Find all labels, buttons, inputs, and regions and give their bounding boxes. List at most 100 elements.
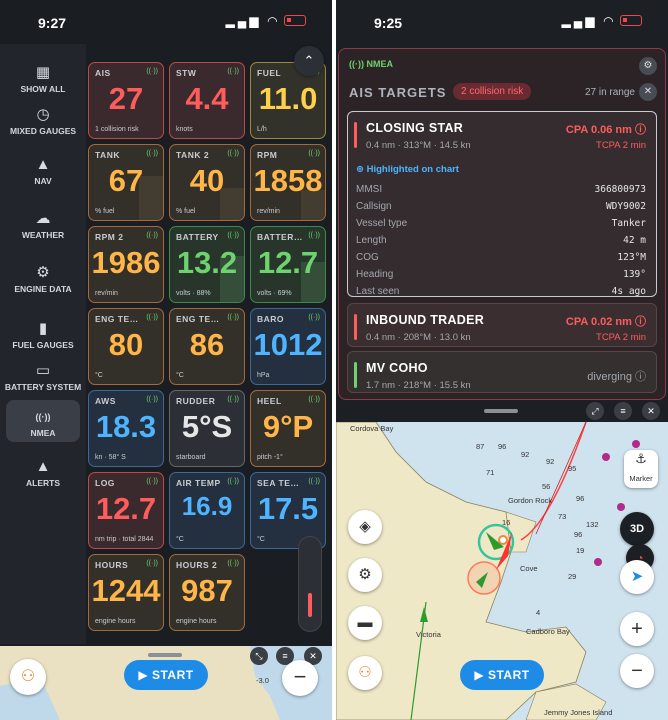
route-button[interactable]: ⚇	[348, 656, 382, 690]
sidebar-item-weather[interactable]: ☁ WEATHER	[0, 210, 86, 241]
detail-value: 123°M	[617, 252, 646, 263]
sidebar: ▦ SHOW ALL ◷ MIXED GAUGES ▲ NAV ☁ WEATHER ⚙ ENGIN…	[0, 44, 86, 644]
detail-row: Length 42 m	[356, 235, 646, 246]
target-cpa: CPA 0.02 nm ⓘ	[566, 313, 646, 329]
layers-button[interactable]: ◈	[348, 510, 382, 544]
detail-value: 4s ago	[611, 286, 646, 297]
slider-thumb[interactable]	[308, 593, 312, 617]
gauge-value: 987	[181, 573, 233, 608]
start-button[interactable]: ▶ START	[460, 660, 544, 690]
map-sounding: 73	[558, 512, 567, 521]
locate-button[interactable]: ➤	[620, 560, 654, 594]
gauge-tile-battery[interactable]: BATTERY ((·)) 13.2 volts · 88%	[169, 226, 245, 303]
sidebar-item-label: ALERTS	[26, 478, 60, 488]
target-meta: 0.4 nm · 313°M · 14.5 kn	[366, 140, 471, 151]
signal-icon: ((·))	[308, 396, 320, 403]
antenna-icon: ((·))	[35, 412, 51, 422]
gauge-subtext: volts · 88%	[176, 290, 211, 297]
collapse-up-button[interactable]: ⌃	[294, 46, 324, 76]
expand-icon[interactable]: ⤢	[586, 402, 604, 420]
sidebar-item-engine-data[interactable]: ⚙ ENGINE DATA	[0, 264, 86, 295]
info-icon[interactable]: ⓘ	[635, 124, 646, 136]
zoom-in-button[interactable]: +	[620, 612, 654, 646]
3d-button[interactable]: 3D	[620, 512, 654, 546]
folder-button[interactable]: ▬	[348, 606, 382, 640]
sidebar-item-nav[interactable]: ▲ NAV	[0, 156, 86, 187]
zoom-out-button[interactable]: −	[282, 660, 318, 696]
info-icon[interactable]: ⓘ	[635, 316, 646, 328]
map-sounding: 56	[542, 482, 551, 491]
target-card-mv-coho[interactable]: MV COHO 1.7 nm · 218°M · 15.5 kn divergi…	[347, 351, 657, 393]
detail-key: COG	[356, 252, 379, 263]
close-icon[interactable]: ✕	[642, 402, 660, 420]
gauge-tile-hours[interactable]: HOURS ((·)) 1244 engine hours	[88, 554, 164, 631]
gauge-tile-tank-2[interactable]: TANK 2 ((·)) 40% fuel	[169, 144, 245, 221]
gauge-tile-air-temp[interactable]: AIR TEMP ((·)) 16.9 °C	[169, 472, 245, 549]
gauge-tile-rpm-2[interactable]: RPM 2 ((·)) 1986 rev/min	[88, 226, 164, 303]
route-button[interactable]: ⚇	[10, 659, 46, 695]
map-label: Victoria	[416, 630, 441, 639]
drag-handle[interactable]	[484, 409, 518, 413]
target-name: MV COHO	[366, 361, 428, 375]
wifi-icon: ◠	[603, 14, 616, 28]
grid-icon: ▦	[35, 64, 51, 81]
signal-icon: ((·))	[308, 478, 320, 485]
sidebar-item-alerts[interactable]: ▲ ALERTS	[0, 458, 86, 489]
gear-icon[interactable]: ⚙	[639, 57, 657, 75]
gauge-tile-tank[interactable]: TANK ((·)) 67% fuel	[88, 144, 164, 221]
gauge-value: 17.5	[257, 491, 319, 526]
gauge-tile-stw[interactable]: STW ((·)) 4.4 knots	[169, 62, 245, 139]
nautical-chart[interactable]: 87 96 92 92 95 71 56 96 73 96 132 29 4 16 19 Cordova B…	[336, 422, 668, 720]
brightness-slider[interactable]	[298, 536, 322, 632]
target-status: diverging ⓘ	[587, 368, 646, 384]
gauge-tile-heel[interactable]: HEEL ((·)) 9°P pitch -1°	[250, 390, 326, 467]
sidebar-item-mixed-gauges[interactable]: ◷ MIXED GAUGES	[0, 106, 86, 137]
gauge-subtext: pitch -1°	[257, 454, 283, 461]
nmea-header: ((·)) NMEA	[349, 59, 393, 69]
settings-sliders-icon[interactable]: ≡	[614, 402, 632, 420]
gauge-subtext: nm trip · total 2844	[95, 536, 154, 543]
sidebar-item-label: ENGINE DATA	[14, 284, 72, 294]
map-sounding: 96	[576, 494, 585, 503]
gauge-tile-rpm[interactable]: RPM ((·)) 1858 rev/min	[250, 144, 326, 221]
sidebar-item-battery-system[interactable]: ▭ BATTERY SYSTEM	[0, 362, 86, 393]
marker-button[interactable]: ⚓ Marker	[624, 450, 658, 488]
close-icon[interactable]: ✕	[639, 83, 657, 101]
shrink-icon[interactable]: ⤡	[250, 647, 268, 665]
sidebar-item-label: NAV	[34, 176, 52, 186]
gauge-tile-aws[interactable]: AWS ((·)) 18.3 kn · 58° S	[88, 390, 164, 467]
nmea-label: NMEA	[366, 59, 394, 69]
gauge-tile-log[interactable]: LOG ((·)) 12.7 nm trip · total 2844	[88, 472, 164, 549]
target-card-closing-star[interactable]: CLOSING STAR 0.4 nm · 313°M · 14.5 kn CP…	[347, 111, 657, 297]
target-card-inbound-trader[interactable]: INBOUND TRADER 0.4 nm · 208°M · 13.0 kn …	[347, 303, 657, 347]
start-button[interactable]: ▶ START	[124, 660, 208, 690]
gauge-tile-batter[interactable]: BATTER… ((·)) 12.7 volts · 69%	[250, 226, 326, 303]
zoom-out-button[interactable]: −	[620, 654, 654, 688]
gauge-subtext: volts · 69%	[257, 290, 292, 297]
status-text: diverging	[587, 371, 632, 383]
detail-value: 139°	[623, 269, 646, 280]
info-icon[interactable]: ⓘ	[635, 371, 646, 383]
gauge-tile-eng-te[interactable]: ENG TE… ((·)) 80 °C	[88, 308, 164, 385]
sidebar-item-fuel-gauges[interactable]: ▮ FUEL GAUGES	[0, 320, 86, 351]
signal-icon: ((·))	[227, 478, 239, 485]
gauge-tile-hours-2[interactable]: HOURS 2 ((·)) 987 engine hours	[169, 554, 245, 631]
target-tcpa: TCPA 2 min	[596, 140, 646, 151]
gauge-value: 40	[189, 163, 225, 198]
marker-label: Marker	[629, 474, 653, 483]
sidebar-item-nmea[interactable]: ((·)) NMEA	[6, 400, 80, 442]
map-sounding: 95	[568, 464, 577, 473]
gauge-tile-ais[interactable]: AIS ((·)) 27 1 collision risk	[88, 62, 164, 139]
gauge-tile-eng-te[interactable]: ENG TE… ((·)) 86 °C	[169, 308, 245, 385]
gauge-tile-rudder[interactable]: RUDDER ((·)) 5°S starboard	[169, 390, 245, 467]
gauge-tile-baro[interactable]: BARO ((·)) 1012 hPa	[250, 308, 326, 385]
start-label: START	[487, 668, 530, 682]
detail-key: Vessel type	[356, 218, 408, 229]
detail-value: 42 m	[623, 235, 646, 246]
gauge-subtext: °C	[176, 372, 184, 379]
gauge-subtext: 1 collision risk	[95, 126, 139, 133]
sidebar-item-show-all[interactable]: ▦ SHOW ALL	[0, 64, 86, 95]
signal-icon: ((·))	[308, 232, 320, 239]
settings-button[interactable]: ⚙	[348, 558, 382, 592]
drag-handle[interactable]	[148, 653, 182, 657]
